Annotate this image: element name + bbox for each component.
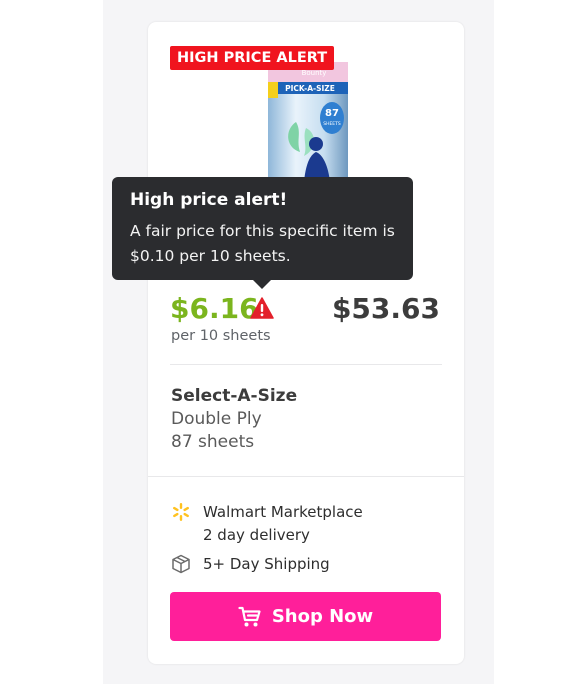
- divider: [170, 364, 442, 365]
- product-image-brand: Bounty: [302, 69, 327, 77]
- product-image[interactable]: Bounty PICK-A-SIZE 87 SHEETS: [266, 60, 350, 182]
- seller-name: Walmart Marketplace: [203, 503, 363, 521]
- product-ply: Double Ply: [171, 409, 262, 429]
- tooltip-arrow: [253, 280, 271, 289]
- shop-now-button[interactable]: Shop Now: [170, 592, 441, 641]
- unit-price: $6.16: [170, 292, 259, 325]
- tooltip-body: A fair price for this specific item is $…: [130, 222, 395, 265]
- walmart-spark-icon: [173, 503, 189, 521]
- product-image-count: 87: [325, 108, 339, 119]
- product-image-name: PICK-A-SIZE: [285, 84, 335, 93]
- shipping-estimate: 5+ Day Shipping: [203, 555, 330, 573]
- shop-now-label: Shop Now: [271, 606, 374, 627]
- high-price-alert-badge: HIGH PRICE ALERT: [170, 46, 335, 70]
- warning-triangle-icon[interactable]: [250, 297, 274, 319]
- unit-price-label: per 10 sheets: [171, 328, 271, 344]
- delivery-speed: 2 day delivery: [203, 526, 310, 544]
- total-price: $53.63: [331, 292, 440, 325]
- tooltip-title: High price alert!: [130, 190, 288, 210]
- box-icon: [172, 554, 190, 574]
- divider: [148, 476, 464, 477]
- product-image-unit: SHEETS: [323, 121, 341, 127]
- product-sheet-count: 87 sheets: [171, 432, 255, 452]
- cart-icon: [238, 606, 261, 626]
- price-alert-tooltip: High price alert! A fair price for this …: [112, 177, 413, 280]
- product-name: Select-A-Size: [171, 386, 298, 406]
